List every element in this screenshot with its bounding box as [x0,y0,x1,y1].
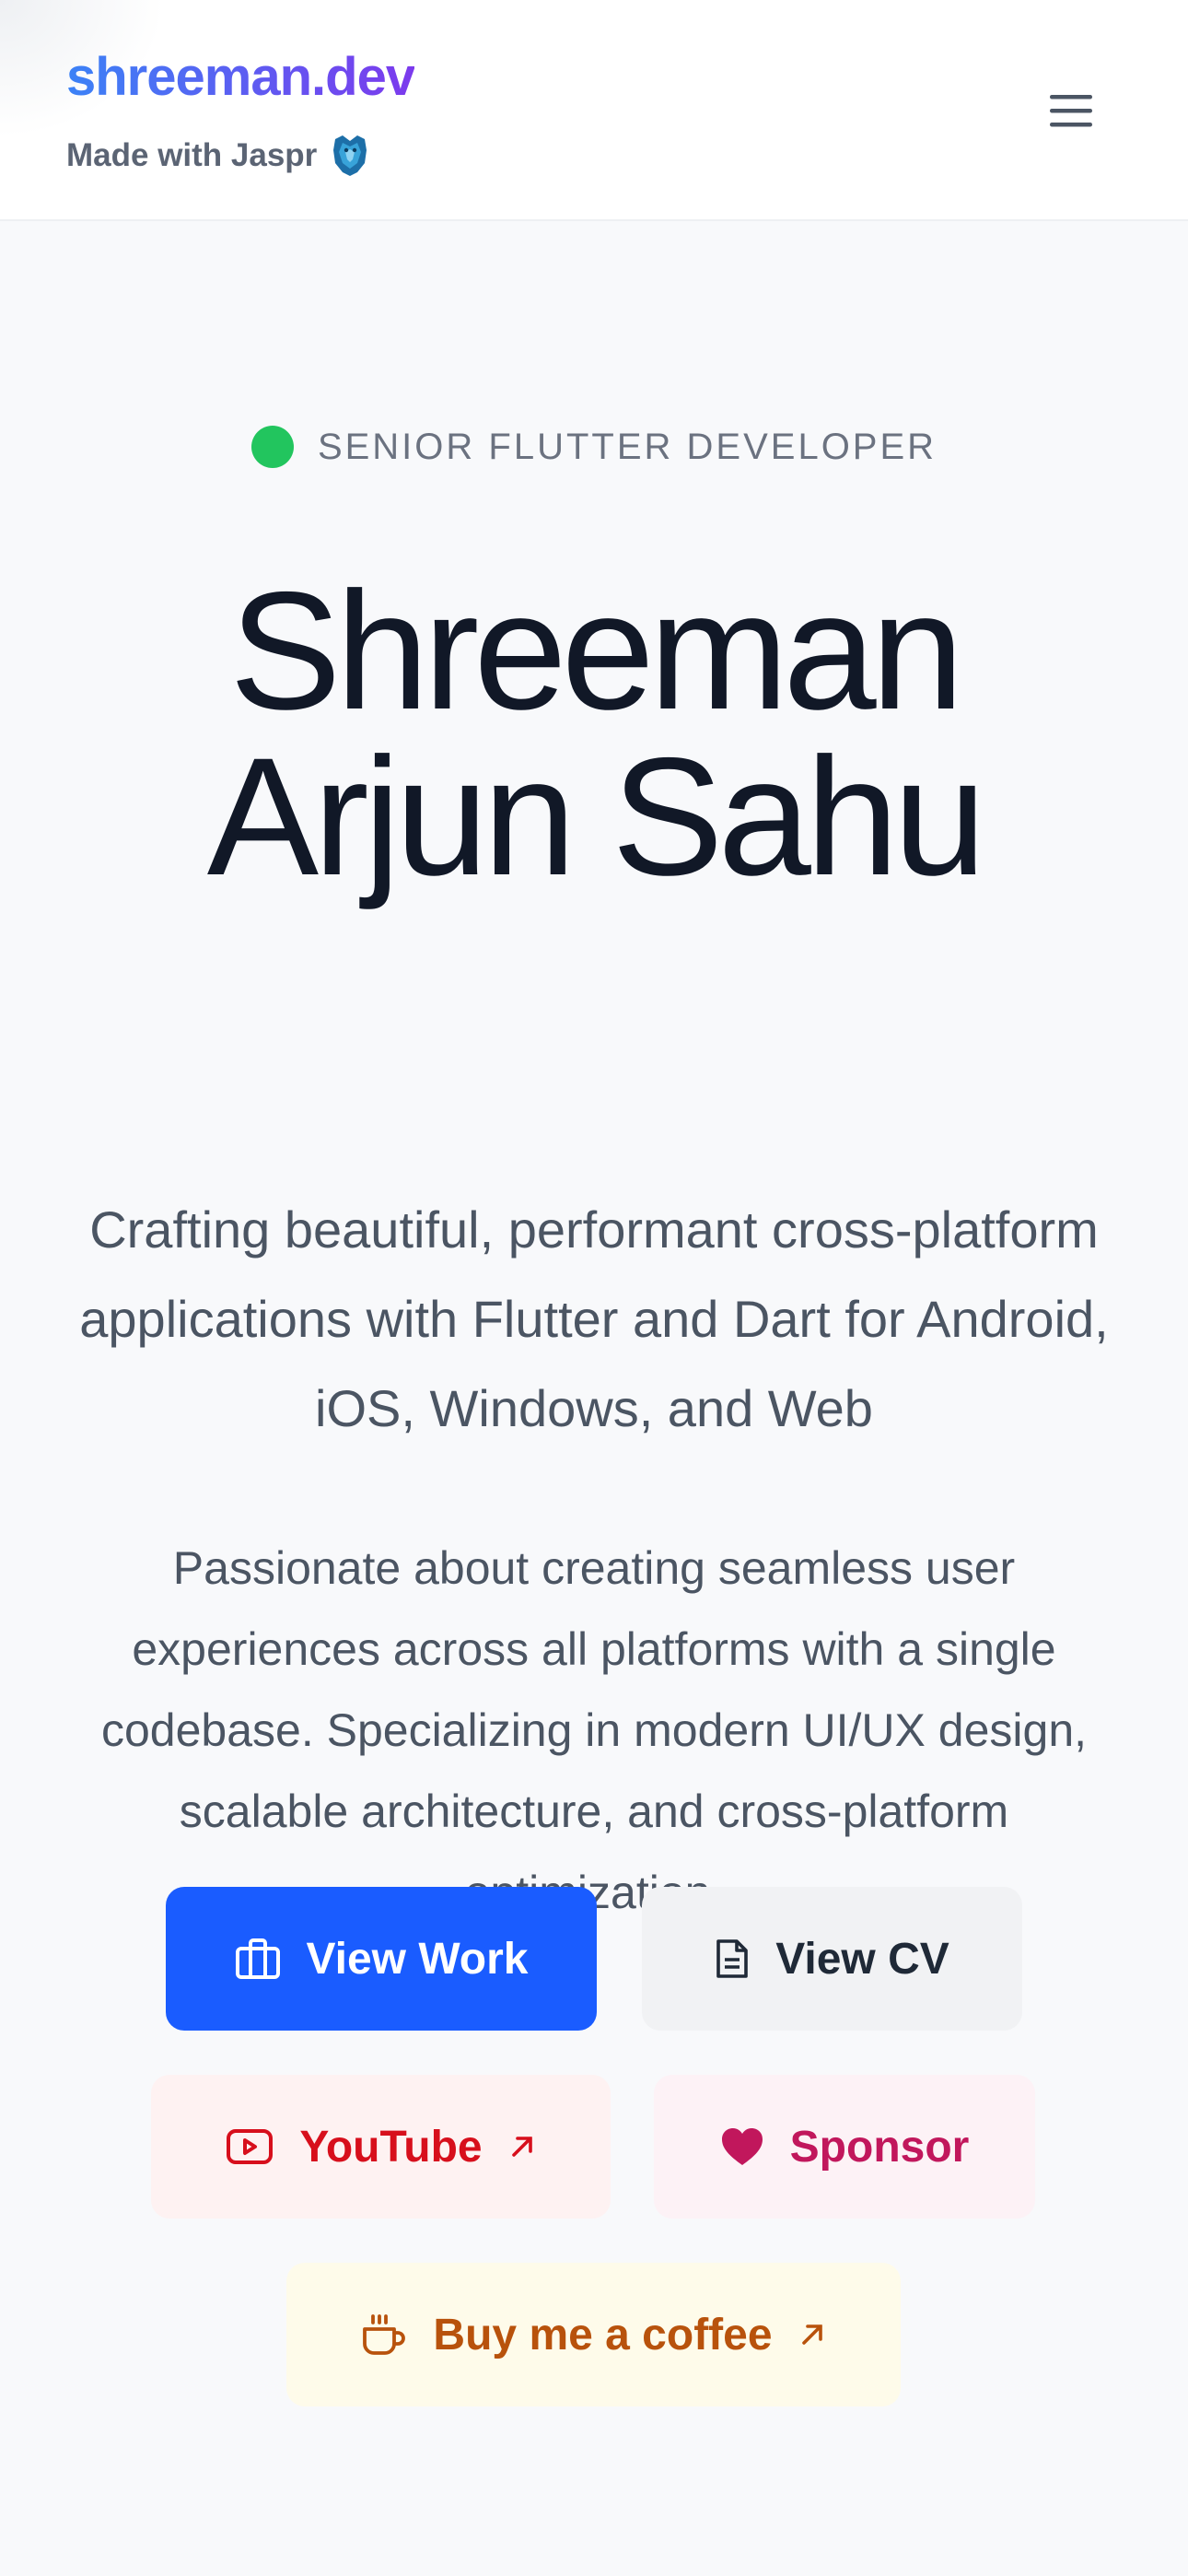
coffee-cup-icon [363,2314,406,2355]
buy-me-a-coffee-button[interactable]: Buy me a coffee [286,2263,901,2406]
jaspr-logo-icon [333,135,367,176]
view-work-button[interactable]: View Work [166,1887,597,2031]
document-icon [716,1939,749,1978]
hero-tagline: Crafting beautiful, performant cross-pla… [79,1200,1109,1437]
site-header: shreeman.dev Made with Jaspr [0,0,1188,221]
made-with-label: Made with Jaspr [66,137,318,173]
hero-bio: Passionate about creating seamless user … [100,1542,1088,1918]
arrow-up-right-icon [511,2137,532,2157]
view-cv-button[interactable]: View CV [642,1887,1022,2031]
availability-status-dot [250,426,294,468]
site-brand-link[interactable]: shreeman.dev [66,46,415,108]
view-work-label: View Work [306,1934,529,1984]
made-with-jaspr[interactable]: Made with Jaspr [66,134,370,178]
briefcase-icon [235,1938,280,1979]
youtube-icon [227,2129,274,2164]
youtube-label: YouTube [299,2122,483,2172]
sponsor-button[interactable]: Sponsor [654,2075,1035,2219]
view-cv-label: View CV [775,1934,949,1984]
hamburger-icon [1050,95,1092,127]
menu-button[interactable] [1041,83,1101,138]
hero-name: Shreeman Arjun Sahu [206,556,987,910]
sponsor-label: Sponsor [789,2122,970,2172]
coffee-label: Buy me a coffee [433,2310,773,2359]
role-badge: SENIOR FLUTTER DEVELOPER [0,426,1188,468]
heart-icon [721,2128,763,2165]
role-label: SENIOR FLUTTER DEVELOPER [317,426,938,467]
arrow-up-right-icon [801,2324,822,2345]
youtube-button[interactable]: YouTube [151,2075,611,2219]
